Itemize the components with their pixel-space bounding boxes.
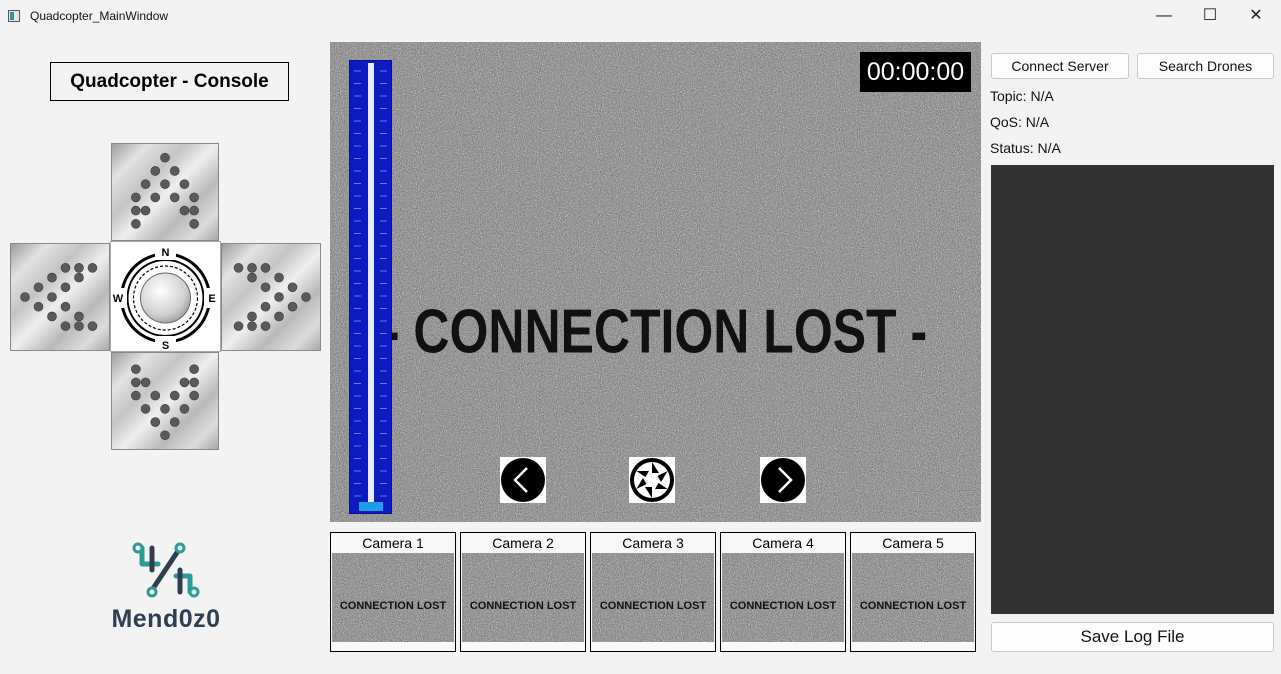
camera-2-feed-text: CONNECTION LOST: [470, 600, 577, 612]
move-right-button[interactable]: [221, 243, 321, 351]
compass-south: S: [162, 340, 169, 351]
topic-label: Topic: N/A: [990, 88, 1054, 104]
close-button[interactable]: ✕: [1233, 0, 1279, 32]
camera-1-label: Camera 1: [362, 535, 424, 551]
camera-2-thumbnail[interactable]: Camera 2 CONNECTION LOST: [460, 532, 586, 652]
console-title: Quadcopter - Console: [50, 62, 289, 101]
main-video-feed: - CONNECTION LOST -: [330, 42, 981, 522]
camera-4-thumbnail[interactable]: Camera 4 CONNECTION LOST: [720, 532, 846, 652]
status-label: Status: N/A: [990, 140, 1061, 156]
arrow-down-icon: [131, 364, 199, 441]
camera-4-feed: CONNECTION LOST: [722, 553, 844, 642]
qos-label: QoS: N/A: [990, 114, 1050, 130]
arrow-up-icon: [131, 152, 199, 229]
compass-knob[interactable]: N S W E: [110, 241, 221, 352]
camera-1-feed: CONNECTION LOST: [332, 553, 454, 642]
log-console[interactable]: [991, 165, 1274, 614]
app-icon: [8, 10, 20, 22]
previous-camera-button[interactable]: [500, 457, 546, 503]
throttle-slider[interactable]: [349, 60, 392, 514]
camera-2-feed: CONNECTION LOST: [462, 553, 584, 642]
camera-1-thumbnail[interactable]: Camera 1 CONNECTION LOST: [330, 532, 456, 652]
camera-5-feed-text: CONNECTION LOST: [860, 600, 967, 612]
camera-1-feed-text: CONNECTION LOST: [340, 600, 447, 612]
camera-4-feed-text: CONNECTION LOST: [730, 600, 837, 612]
move-up-button[interactable]: [111, 143, 219, 241]
camera-3-thumbnail[interactable]: Camera 3 CONNECTION LOST: [590, 532, 716, 652]
chevron-right-icon: [761, 458, 805, 502]
flight-timer: 00:00:00: [860, 52, 971, 92]
window-title: Quadcopter_MainWindow: [30, 9, 169, 23]
throttle-ticks: [354, 70, 387, 497]
compass-west: W: [113, 293, 124, 305]
camera-5-feed: CONNECTION LOST: [852, 553, 974, 642]
arrow-right-icon: [233, 263, 311, 331]
compass-north: N: [162, 247, 170, 259]
move-left-button[interactable]: [10, 243, 110, 351]
throttle-handle[interactable]: [359, 502, 383, 511]
connection-lost-text: - CONNECTION LOST -: [383, 296, 927, 366]
camera-3-feed-text: CONNECTION LOST: [600, 600, 707, 612]
camera-2-label: Camera 2: [492, 535, 554, 551]
camera-3-label: Camera 3: [622, 535, 684, 551]
capture-button[interactable]: [629, 457, 675, 503]
logo-text: Mend0z0: [111, 605, 221, 633]
connect-server-button[interactable]: Connect Server: [991, 53, 1129, 79]
camera-shutter-icon: [630, 458, 674, 502]
camera-3-feed: CONNECTION LOST: [592, 553, 714, 642]
minimize-button[interactable]: —: [1141, 0, 1187, 32]
save-log-button[interactable]: Save Log File: [991, 622, 1274, 652]
search-drones-button[interactable]: Search Drones: [1137, 53, 1274, 79]
arrow-left-icon: [20, 263, 98, 331]
compass-east: E: [208, 293, 215, 305]
maximize-button[interactable]: ☐: [1187, 0, 1233, 32]
camera-5-label: Camera 5: [882, 535, 944, 551]
next-camera-button[interactable]: [760, 457, 806, 503]
move-down-button[interactable]: [111, 352, 219, 450]
window-titlebar: Quadcopter_MainWindow — ☐ ✕: [0, 0, 1281, 32]
chevron-left-icon: [501, 458, 545, 502]
camera-4-label: Camera 4: [752, 535, 814, 551]
camera-5-thumbnail[interactable]: Camera 5 CONNECTION LOST: [850, 532, 976, 652]
